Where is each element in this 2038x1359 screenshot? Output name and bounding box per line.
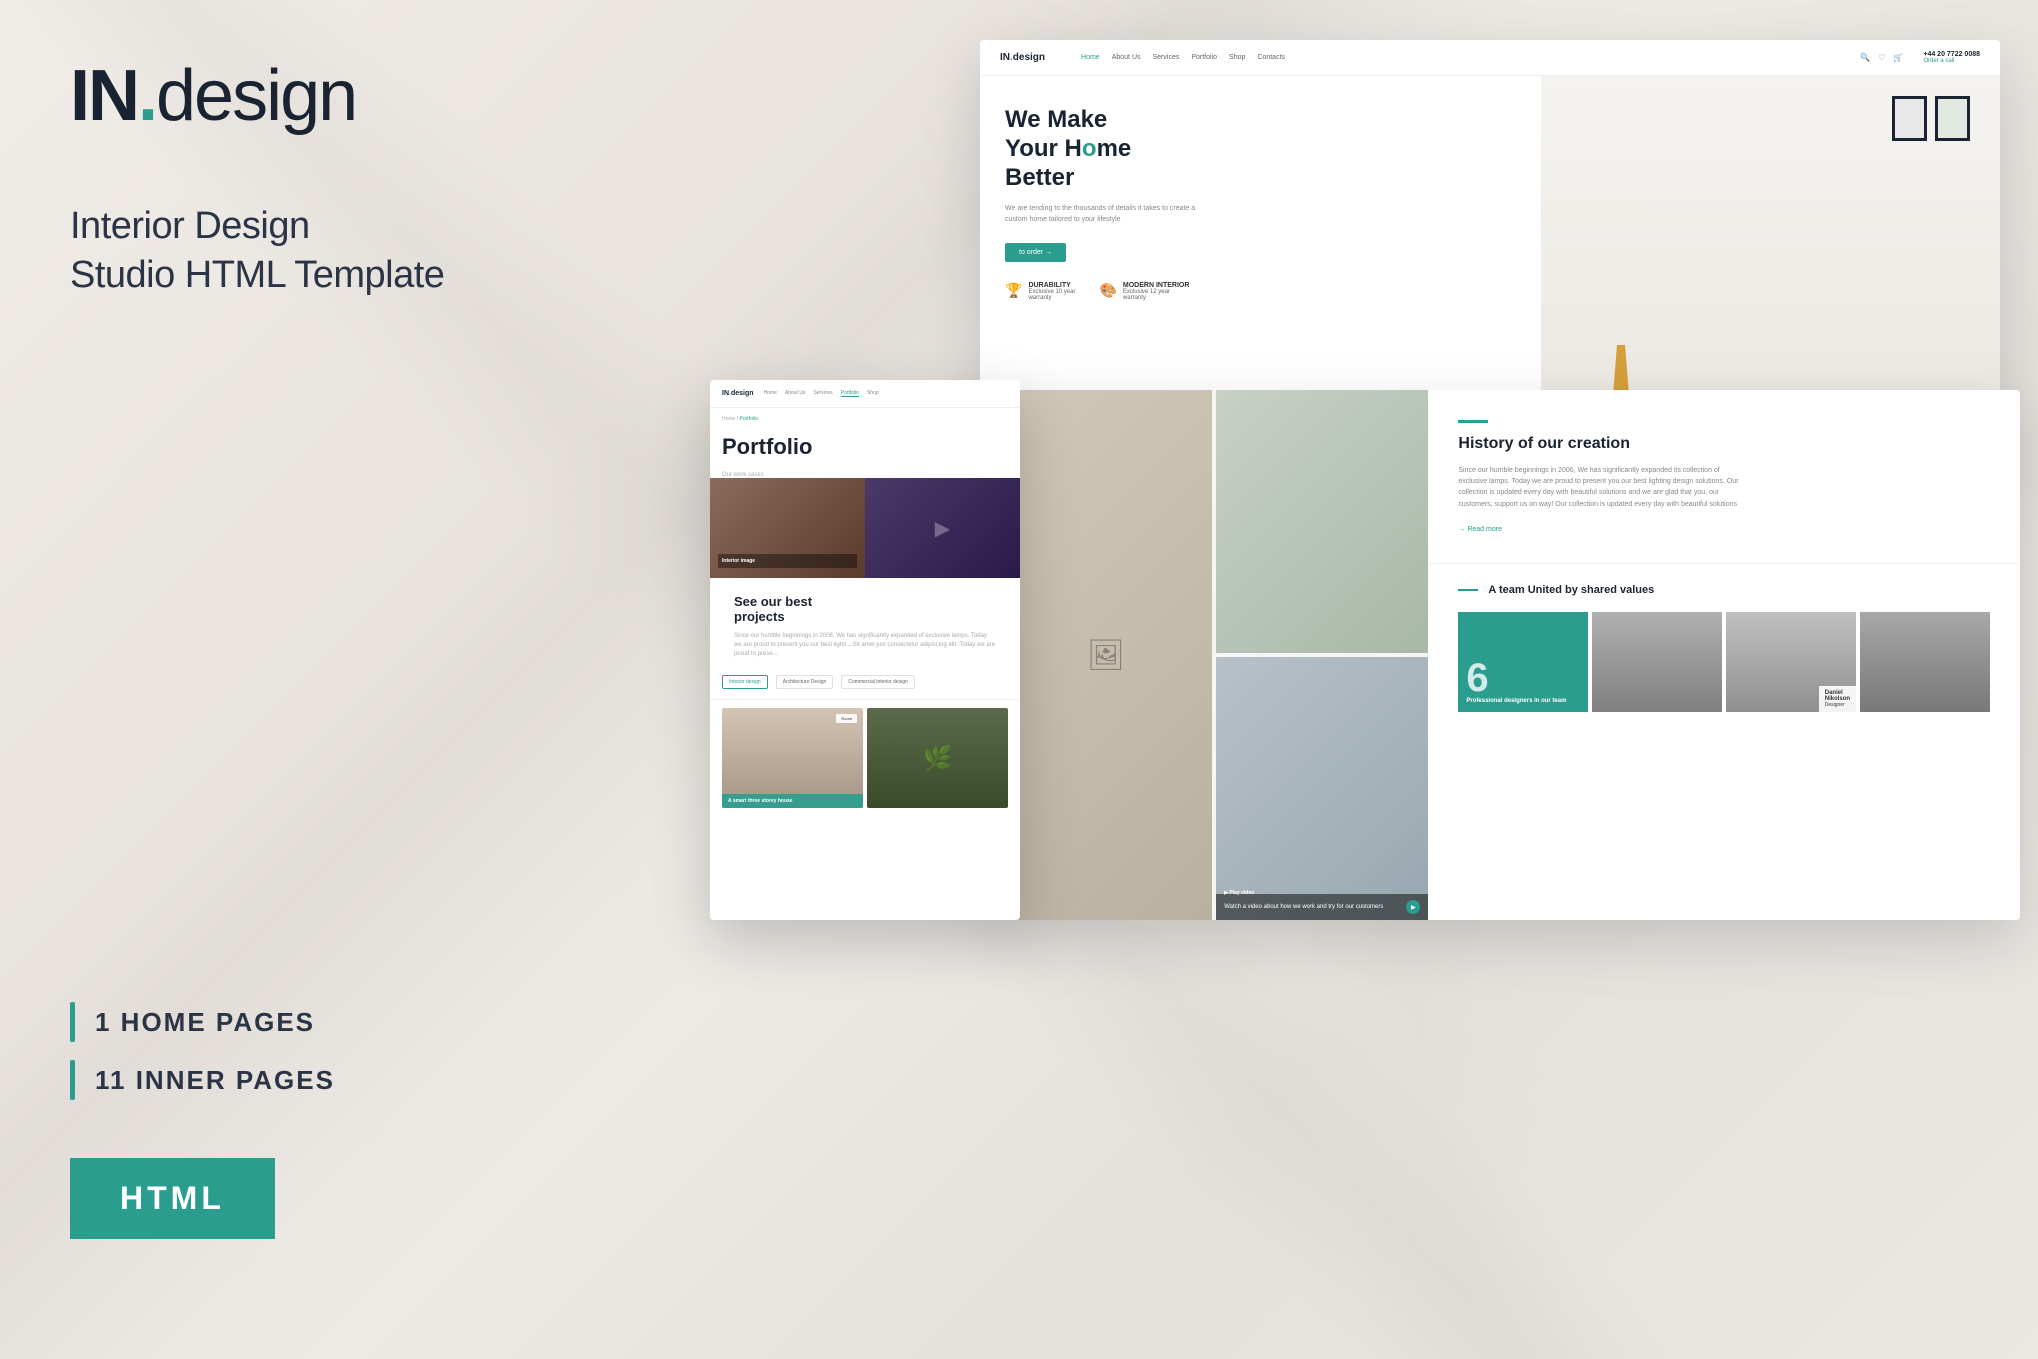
hero-cta-button[interactable]: to order → [1005,243,1066,262]
nav-contacts[interactable]: Contacts [1257,54,1285,61]
about-right: History of our creation Since our humble… [1428,390,2020,920]
room-badge: Room [836,714,857,723]
projects-section: See our bestprojects Since our humble be… [710,578,1020,665]
right-section: IN.design Home About Us Services Portfol… [670,0,2038,1359]
p-nav-home[interactable]: Home [764,390,777,397]
wall-art [1892,96,1970,141]
logo-dot: . [138,56,156,136]
nav-logo: IN.design [1000,52,1045,63]
feature-modern-text: MODERN INTERIOR Exclusive 12 yearwarrant… [1123,282,1190,301]
about-img-main: 🖼 [1000,390,1212,920]
tab-interior[interactable]: Interior design [722,675,768,689]
history-desc: Since our humble beginnings in 2006, We … [1458,465,1741,510]
team-grid: 6 Professional designers in our team Dan… [1458,612,1990,712]
about-mockup: 🖼 Watch a video about how we work and tr… [1000,390,2020,920]
art-frame-2 [1935,96,1970,141]
hero-title: We MakeYour HomeBetter [1005,106,1516,192]
stat-bar-2 [70,1060,75,1100]
team-role: Professional designers in our team [1466,698,1580,704]
team-member-2: DanielNikolson Designer [1726,612,1856,712]
team-section: A team United by shared values 6 Profess… [1428,563,2020,732]
trophy-icon: 🏆 [1005,282,1022,299]
search-icon[interactable]: 🔍 [1860,53,1870,62]
portfolio-grid: Room A smart three storey house 🌿 [710,700,1020,816]
image-grid: 🖼 Watch a video about how we work and tr… [1000,390,1428,920]
team-member-3 [1860,612,1990,712]
portfolio-nav-links: Home About Us Services Portfolio Shop [764,390,879,397]
tagline: Interior DesignStudio HTML Template [70,202,600,301]
projects-title: See our bestprojects [722,586,1008,632]
left-panel: IN.design Interior DesignStudio HTML Tem… [0,0,670,1359]
portfolio-hero-image: Interior image 📷 [710,478,1020,578]
tab-commercial[interactable]: Commercial interior design [841,675,914,689]
history-section: History of our creation Since our humble… [1428,390,1771,563]
hero-subtitle: We are tending to the thousands of detai… [1005,204,1205,225]
about-img-2 [1216,390,1428,653]
p-nav-about[interactable]: About Us [785,390,806,397]
projects-desc: Since our humble beginnings in 2006, We … [722,632,1008,665]
team-member-1 [1592,612,1722,712]
order-link[interactable]: Order a call [1923,58,1980,64]
art-frame-1 [1892,96,1927,141]
nav-home[interactable]: Home [1081,54,1100,61]
video-text: Watch a video about how we work and try … [1224,904,1383,910]
portfolio-nav: IN.design Home About Us Services Portfol… [710,380,1020,408]
portfolio-mockup: IN.design Home About Us Services Portfol… [710,380,1020,920]
p-nav-services[interactable]: Services [813,390,832,397]
member-name: DanielNikolson Designer [1819,686,1856,712]
stat-label-1: 1 HOME PAGES [95,1007,315,1038]
logo-brand: IN [70,56,138,136]
about-images: 🖼 Watch a video about how we work and tr… [1000,390,1428,920]
stat-bar-1 [70,1002,75,1042]
p-nav-portfolio[interactable]: Portfolio [841,390,859,397]
play-video-label: ▶ Play video [1224,890,1254,896]
stats-section: 1 HOME PAGES 11 INNER PAGES HTML [70,1002,600,1239]
nav-shop[interactable]: Shop [1229,54,1245,61]
logo-design: design [156,56,356,136]
nav-services[interactable]: Services [1153,54,1180,61]
team-number: 6 [1466,658,1580,698]
nav-bar: IN.design Home About Us Services Portfol… [980,40,2000,76]
team-title: A team United by shared values [1458,584,1990,596]
portfolio-item-1[interactable]: Room A smart three storey house [722,708,863,808]
stat-label-2: 11 INNER PAGES [95,1065,335,1096]
video-overlay: Watch a video about how we work and try … [1216,894,1428,920]
portfolio-header: Portfolio [710,430,1020,472]
p-nav-shop[interactable]: Shop [867,390,879,397]
nav-links: Home About Us Services Portfolio Shop Co… [1081,54,1285,61]
feature-modern: 🎨 MODERN INTERIOR Exclusive 12 yearwarra… [1099,282,1189,301]
logo: IN.design [70,60,600,132]
play-button[interactable]: ▶ [1406,900,1420,914]
nav-right: 🔍 ♡ 🛒 +44 20 7722 0088 Order a call [1860,51,1980,64]
html-badge: HTML [70,1158,275,1239]
team-stats: 6 Professional designers in our team [1458,612,1588,712]
phone-number: +44 20 7722 0088 [1923,51,1980,58]
nav-about[interactable]: About Us [1112,54,1141,61]
feature-durability: 🏆 DURABILITY Exclusive 10 yearwarranty [1005,282,1075,301]
heart-icon[interactable]: ♡ [1878,53,1885,62]
read-more-link[interactable]: → Read more [1458,526,1741,533]
nav-portfolio[interactable]: Portfolio [1191,54,1217,61]
portfolio-item-2[interactable]: 🌿 [867,708,1008,808]
section-accent-line [1458,420,1488,423]
portfolio-breadcrumb: Home / Portfolio [710,408,1020,430]
about-content: 🖼 Watch a video about how we work and tr… [1000,390,2020,920]
hero-features: 🏆 DURABILITY Exclusive 10 yearwarranty 🎨… [1005,282,1516,301]
feature-durability-text: DURABILITY Exclusive 10 yearwarranty [1028,282,1075,301]
stat-inner-pages: 11 INNER PAGES [70,1060,600,1100]
tab-architecture[interactable]: Architecture Design [776,675,834,689]
history-title: History of our creation [1458,435,1741,453]
interior-icon: 🎨 [1099,282,1116,299]
portfolio-filter-tabs: Interior design Architecture Design Comm… [710,665,1020,700]
cart-icon[interactable]: 🛒 [1893,53,1903,62]
portfolio-title: Portfolio [722,434,812,460]
logo-text: IN.design [70,60,600,132]
stat-home-pages: 1 HOME PAGES [70,1002,600,1042]
item-label-1: A smart three storey house [722,794,863,808]
portfolio-logo: IN.design [722,390,754,397]
about-img-video: Watch a video about how we work and try … [1216,657,1428,920]
